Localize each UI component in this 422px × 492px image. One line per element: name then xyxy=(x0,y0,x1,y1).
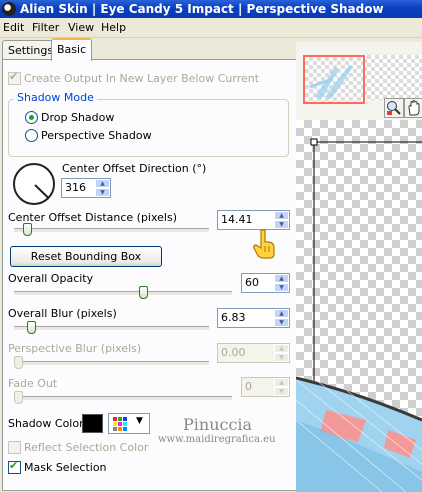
navigator-viewport[interactable] xyxy=(303,55,365,104)
fade-out-thumb xyxy=(14,391,23,404)
menu-edit[interactable]: Edit xyxy=(3,21,24,34)
preview-shadow-shape xyxy=(296,138,422,492)
spin-up-icon: ▲ xyxy=(274,378,289,387)
overall-opacity-label: Overall Opacity xyxy=(8,272,94,285)
perspective-blur-thumb xyxy=(14,356,23,369)
overall-blur-label: Overall Blur (pixels) xyxy=(8,307,117,320)
spin-down-icon: ▼ xyxy=(274,353,289,362)
drop-shadow-radio[interactable] xyxy=(25,111,38,124)
fade-out-spinner: 0 ▲ ▼ xyxy=(241,377,290,397)
mask-selection-checkbox[interactable]: ✔ xyxy=(8,459,21,474)
fade-out-label: Fade Out xyxy=(8,377,58,390)
reflect-selection-color-label: Reflect Selection Color xyxy=(24,441,149,454)
spin-down-icon: ▼ xyxy=(274,387,289,396)
menu-bar: Edit Filter View Help xyxy=(0,18,422,38)
spin-up-icon[interactable]: ▲ xyxy=(95,179,110,188)
spin-down-icon[interactable]: ▼ xyxy=(274,283,289,292)
menu-view[interactable]: View xyxy=(68,21,94,34)
direction-dial[interactable] xyxy=(13,163,55,205)
center-offset-direction-value: 316 xyxy=(65,181,86,194)
perspective-shadow-radio[interactable] xyxy=(25,129,38,142)
perspective-blur-track xyxy=(14,361,209,366)
create-output-checkbox[interactable]: ✔ xyxy=(8,70,21,85)
chevron-down-icon: ▼ xyxy=(136,416,143,426)
shadow-color-label: Shadow Color xyxy=(8,417,84,430)
center-offset-distance-value: 14.41 xyxy=(221,213,253,226)
hand-pointer-icon xyxy=(253,229,275,259)
hand-tool-button[interactable] xyxy=(404,98,422,118)
spin-down-icon[interactable]: ▼ xyxy=(95,188,110,197)
center-offset-distance-thumb[interactable] xyxy=(23,223,33,236)
center-offset-direction-spinner[interactable]: 316 ▲ ▼ xyxy=(61,178,111,198)
shadow-color-swatch[interactable] xyxy=(82,414,103,433)
spin-up-icon: ▲ xyxy=(274,344,289,353)
overall-opacity-track[interactable] xyxy=(14,291,232,296)
center-offset-distance-spinner[interactable]: 14.41 ▲ ▼ xyxy=(217,210,290,230)
color-palette-button[interactable]: ▼ xyxy=(108,413,150,434)
overall-blur-track[interactable] xyxy=(14,326,209,331)
navigator-background xyxy=(363,55,422,100)
center-offset-direction-label: Center Offset Direction (°) xyxy=(62,162,207,175)
watermark-name: Pinuccia xyxy=(183,415,253,434)
perspective-blur-value: 0.00 xyxy=(221,346,246,359)
menu-filter[interactable]: Filter xyxy=(32,21,59,34)
window-title: Alien Skin | Eye Candy 5 Impact | Perspe… xyxy=(20,2,384,16)
overall-opacity-spinner[interactable]: 60 ▲ ▼ xyxy=(241,273,290,293)
perspective-shadow-label: Perspective Shadow xyxy=(41,129,152,142)
overall-blur-value: 6.83 xyxy=(221,311,246,324)
center-offset-distance-label: Center Offset Distance (pixels) xyxy=(8,211,178,224)
overall-blur-thumb[interactable] xyxy=(27,321,37,334)
perspective-blur-spinner: 0.00 ▲ ▼ xyxy=(217,343,290,363)
shadow-mode-title: Shadow Mode xyxy=(14,91,97,104)
title-bar: Alien Skin | Eye Candy 5 Impact | Perspe… xyxy=(0,0,422,18)
navigator-preview-shape xyxy=(309,65,353,99)
tab-basic[interactable]: Basic xyxy=(51,38,93,61)
spin-up-icon[interactable]: ▲ xyxy=(274,274,289,283)
drop-shadow-label: Drop Shadow xyxy=(41,111,115,124)
shadow-mode-group xyxy=(8,99,289,157)
overall-opacity-value: 60 xyxy=(245,276,259,289)
spin-up-icon[interactable]: ▲ xyxy=(274,309,289,318)
zoom-icon xyxy=(387,101,401,115)
spin-down-icon[interactable]: ▼ xyxy=(274,220,289,229)
perspective-blur-label: Perspective Blur (pixels) xyxy=(8,342,142,355)
fade-out-value: 0 xyxy=(245,380,252,393)
create-output-label: Create Output In New Layer Below Current xyxy=(24,72,260,85)
mask-selection-label: Mask Selection xyxy=(24,461,107,474)
spin-down-icon[interactable]: ▼ xyxy=(274,318,289,327)
overall-blur-spinner[interactable]: 6.83 ▲ ▼ xyxy=(217,308,290,328)
reset-bounding-box-button[interactable]: Reset Bounding Box xyxy=(10,246,162,267)
preview-canvas[interactable] xyxy=(296,120,422,492)
hand-icon xyxy=(408,100,420,116)
fade-out-track xyxy=(14,396,232,401)
center-offset-distance-track[interactable] xyxy=(14,228,209,233)
reflect-selection-color-checkbox xyxy=(8,441,21,454)
app-icon xyxy=(2,2,16,16)
overall-opacity-thumb[interactable] xyxy=(139,286,149,299)
palette-icon xyxy=(113,417,117,421)
zoom-tool-button[interactable] xyxy=(384,98,404,118)
spin-up-icon[interactable]: ▲ xyxy=(274,211,289,220)
dial-needle xyxy=(34,184,49,199)
menu-help[interactable]: Help xyxy=(101,21,126,34)
watermark-url: www.maidiregrafica.eu xyxy=(158,434,276,445)
